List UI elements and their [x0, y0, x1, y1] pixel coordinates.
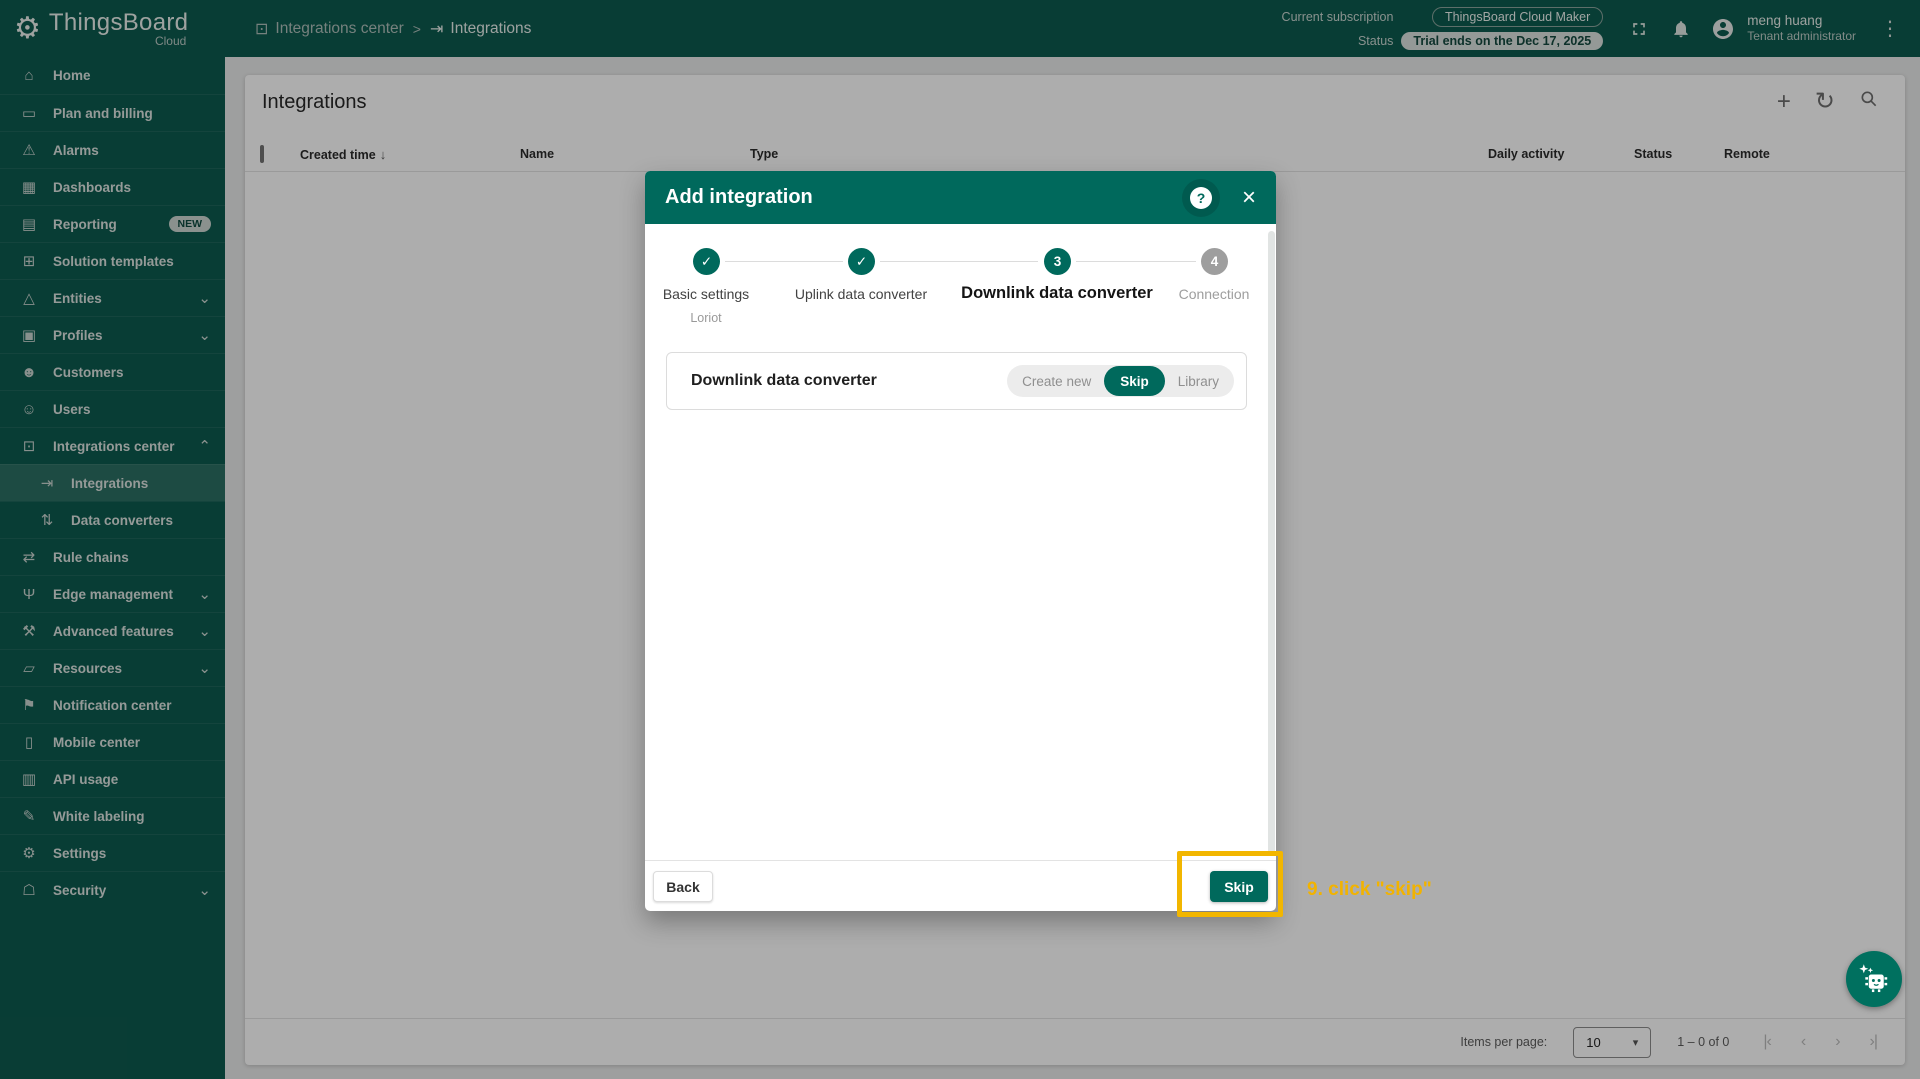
close-icon[interactable]: ×: [1236, 186, 1262, 210]
instruction-annotation: 9. click "skip": [1307, 879, 1432, 901]
step-3-label: Downlink data converter: [947, 284, 1167, 303]
step-1-sublabel: Loriot: [645, 311, 776, 325]
converter-mode-toggle: Create new Skip Library: [1007, 365, 1234, 397]
assistant-bot-button[interactable]: [1846, 951, 1902, 1007]
step-2-label: Uplink data converter: [781, 286, 941, 302]
step-2-circle[interactable]: ✓: [848, 248, 875, 275]
help-button[interactable]: ?: [1182, 179, 1220, 217]
add-integration-dialog: Add integration ? × ✓ ✓ 3 4 Basic settin…: [645, 171, 1276, 911]
dialog-scrollbar[interactable]: [1268, 231, 1275, 856]
step-4-label: Connection: [1154, 286, 1274, 302]
downlink-converter-field: Downlink data converter Create new Skip …: [666, 352, 1247, 410]
assistant-bot-icon: [1856, 961, 1892, 997]
option-create-new[interactable]: Create new: [1009, 374, 1104, 389]
check-icon: ✓: [701, 254, 712, 270]
step-1-circle[interactable]: ✓: [693, 248, 720, 275]
option-skip[interactable]: Skip: [1104, 366, 1165, 396]
help-icon: ?: [1190, 187, 1212, 209]
dialog-title: Add integration: [665, 186, 813, 209]
option-library[interactable]: Library: [1165, 374, 1232, 389]
check-icon: ✓: [856, 254, 867, 270]
step-1-label: Basic settings: [645, 286, 776, 302]
skip-highlight-box: [1177, 851, 1283, 917]
step-4-circle[interactable]: 4: [1201, 248, 1228, 275]
step-3-circle[interactable]: 3: [1044, 248, 1071, 275]
field-label: Downlink data converter: [691, 372, 877, 390]
wizard-stepper: ✓ ✓ 3 4 Basic settings Loriot Uplink dat…: [645, 224, 1276, 334]
back-button[interactable]: Back: [653, 871, 713, 902]
dialog-header: Add integration ? ×: [645, 171, 1276, 224]
